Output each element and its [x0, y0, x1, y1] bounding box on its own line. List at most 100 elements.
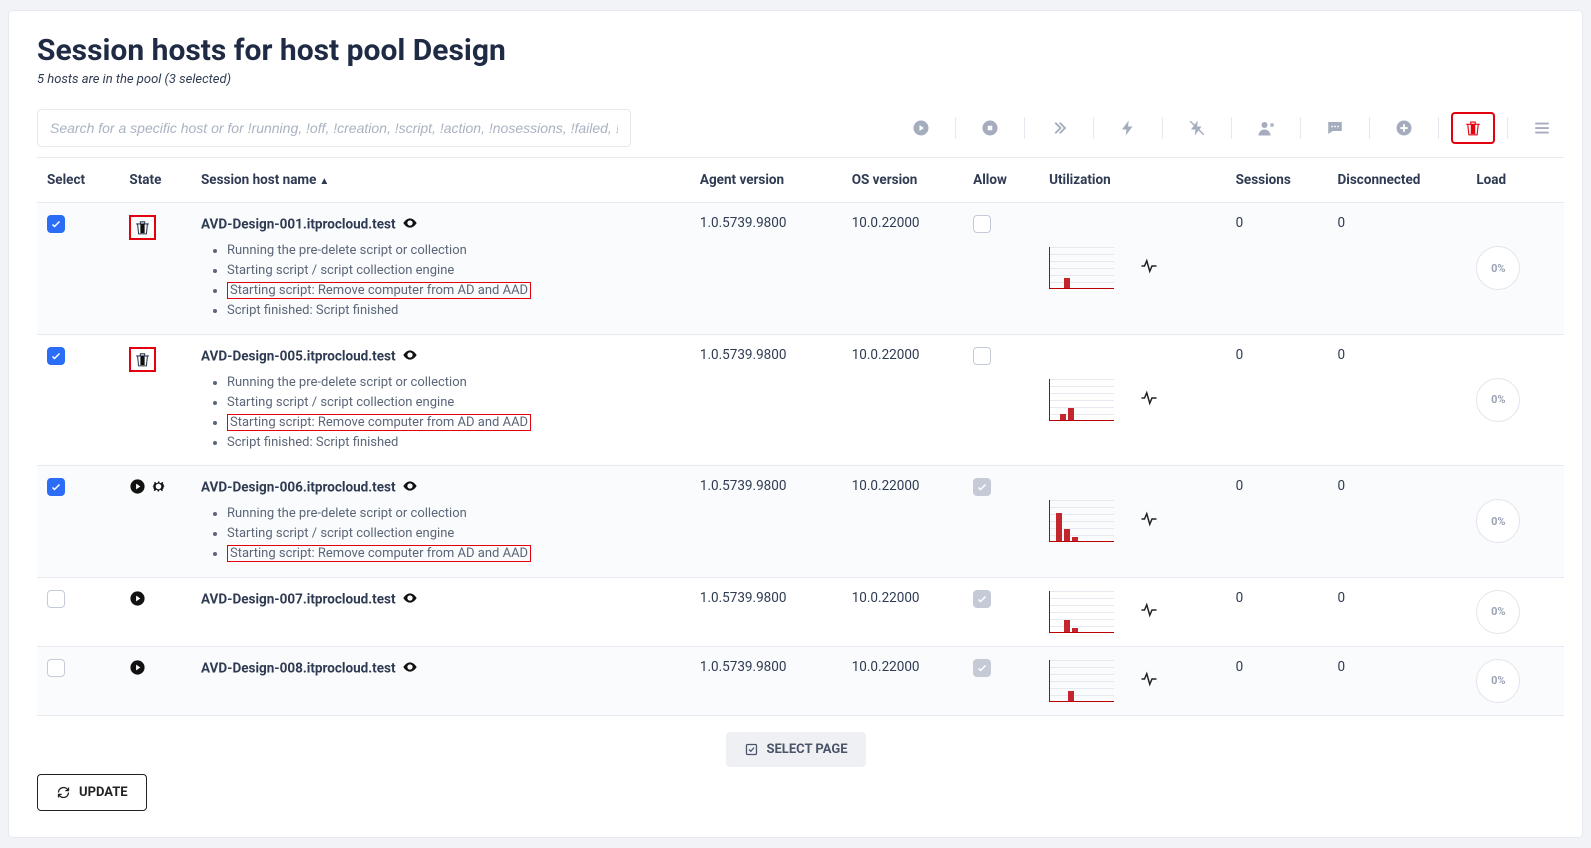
menu-icon — [1533, 119, 1551, 137]
page-title: Session hosts for host pool Design — [37, 33, 1554, 68]
play-icon — [129, 478, 146, 495]
add-button[interactable] — [1382, 112, 1426, 144]
restart-icon — [1050, 119, 1068, 137]
col-os[interactable]: OS version — [842, 158, 963, 203]
note-item: Running the pre-delete script or collect… — [227, 504, 680, 524]
host-notes: Running the pre-delete script or collect… — [201, 504, 680, 564]
utilization-chart — [1049, 379, 1114, 421]
pulse-icon — [1140, 257, 1158, 279]
sessions-count: 0 — [1226, 646, 1328, 715]
user-icon — [1257, 119, 1275, 137]
host-name: AVD-Design-006.itprocloud.test — [201, 480, 396, 496]
stop-button[interactable] — [968, 112, 1012, 144]
trash-icon — [129, 347, 156, 372]
note-item: Starting script / script collection engi… — [227, 393, 680, 413]
col-disconnected[interactable]: Disconnected — [1328, 158, 1467, 203]
col-select[interactable]: Select — [37, 158, 119, 203]
search-input[interactable] — [37, 109, 631, 147]
disconnected-count: 0 — [1328, 334, 1467, 466]
message-button[interactable] — [1313, 112, 1357, 144]
agent-version: 1.0.5739.9800 — [690, 203, 842, 335]
select-page-button[interactable]: SELECT PAGE — [725, 732, 865, 767]
os-version: 10.0.22000 — [842, 466, 963, 577]
disconnected-count: 0 — [1328, 646, 1467, 715]
disconnected-count: 0 — [1328, 466, 1467, 577]
load-badge: 0% — [1476, 590, 1520, 634]
col-util[interactable]: Utilization — [1039, 158, 1226, 203]
col-state[interactable]: State — [119, 158, 191, 203]
note-item: Starting script: Remove computer from AD… — [227, 281, 680, 301]
restart-button[interactable] — [1037, 112, 1081, 144]
row-checkbox[interactable] — [47, 478, 65, 496]
os-version: 10.0.22000 — [842, 646, 963, 715]
allow-checkbox[interactable] — [973, 347, 991, 365]
utilization-chart — [1049, 247, 1114, 289]
start-button[interactable] — [899, 112, 943, 144]
os-version: 10.0.22000 — [842, 203, 963, 335]
row-checkbox[interactable] — [47, 215, 65, 233]
col-load[interactable]: Load — [1466, 158, 1564, 203]
host-notes: Running the pre-delete script or collect… — [201, 241, 680, 322]
table-row: AVD-Design-006.itprocloud.test Running th… — [37, 466, 1564, 577]
pulse-icon — [1140, 670, 1158, 692]
host-name: AVD-Design-005.itprocloud.test — [201, 348, 396, 364]
host-name: AVD-Design-008.itprocloud.test — [201, 660, 396, 676]
stop-icon — [981, 119, 999, 137]
load-badge: 0% — [1476, 499, 1520, 543]
row-checkbox[interactable] — [47, 659, 65, 677]
agent-version: 1.0.5739.9800 — [690, 466, 842, 577]
agent-version: 1.0.5739.9800 — [690, 577, 842, 646]
allow-checkbox[interactable] — [973, 659, 991, 677]
col-sessions[interactable]: Sessions — [1226, 158, 1328, 203]
note-item: Starting script / script collection engi… — [227, 261, 680, 281]
hosts-table: Select State Session host name▲ Agent ve… — [37, 157, 1564, 716]
eye-icon[interactable] — [402, 215, 418, 235]
drain-off-icon — [1188, 119, 1206, 137]
utilization-chart — [1049, 591, 1114, 633]
sessions-count: 0 — [1226, 203, 1328, 335]
sort-asc-icon: ▲ — [319, 176, 329, 187]
col-hostname[interactable]: Session host name▲ — [191, 158, 690, 203]
note-item: Script finished: Script finished — [227, 433, 680, 453]
menu-button[interactable] — [1520, 112, 1564, 144]
drain-off-button[interactable] — [1175, 112, 1219, 144]
os-version: 10.0.22000 — [842, 577, 963, 646]
col-agent[interactable]: Agent version — [690, 158, 842, 203]
sessions-count: 0 — [1226, 577, 1328, 646]
refresh-icon — [56, 785, 71, 800]
user-button[interactable] — [1244, 112, 1288, 144]
row-checkbox[interactable] — [47, 347, 65, 365]
disconnected-count: 0 — [1328, 203, 1467, 335]
trash-icon — [129, 215, 156, 240]
load-badge: 0% — [1476, 659, 1520, 703]
disconnected-count: 0 — [1328, 577, 1467, 646]
play-icon — [129, 659, 146, 676]
eye-icon[interactable] — [402, 347, 418, 367]
host-notes: Running the pre-delete script or collect… — [201, 373, 680, 454]
allow-checkbox[interactable] — [973, 215, 991, 233]
pulse-icon — [1140, 601, 1158, 623]
host-name: AVD-Design-007.itprocloud.test — [201, 591, 396, 607]
gear-icon — [150, 478, 167, 495]
power-button[interactable] — [1106, 112, 1150, 144]
allow-checkbox[interactable] — [973, 478, 991, 496]
table-row: AVD-Design-001.itprocloud.testRunning th… — [37, 203, 1564, 335]
note-item: Running the pre-delete script or collect… — [227, 373, 680, 393]
action-bar — [899, 112, 1564, 144]
sessions-count: 0 — [1226, 466, 1328, 577]
eye-icon[interactable] — [402, 478, 418, 498]
note-item: Starting script: Remove computer from AD… — [227, 413, 680, 433]
table-row: AVD-Design-007.itprocloud.test 1.0.5739.9… — [37, 577, 1564, 646]
col-allow[interactable]: Allow — [963, 158, 1039, 203]
power-icon — [1119, 119, 1137, 137]
eye-icon[interactable] — [402, 659, 418, 679]
table-row: AVD-Design-005.itprocloud.test Running th… — [37, 334, 1564, 466]
delete-button[interactable] — [1451, 112, 1495, 144]
utilization-chart — [1049, 660, 1114, 702]
pulse-icon — [1140, 510, 1158, 532]
update-button[interactable]: UPDATE — [37, 774, 147, 811]
eye-icon[interactable] — [402, 590, 418, 610]
allow-checkbox[interactable] — [973, 590, 991, 608]
row-checkbox[interactable] — [47, 590, 65, 608]
agent-version: 1.0.5739.9800 — [690, 646, 842, 715]
